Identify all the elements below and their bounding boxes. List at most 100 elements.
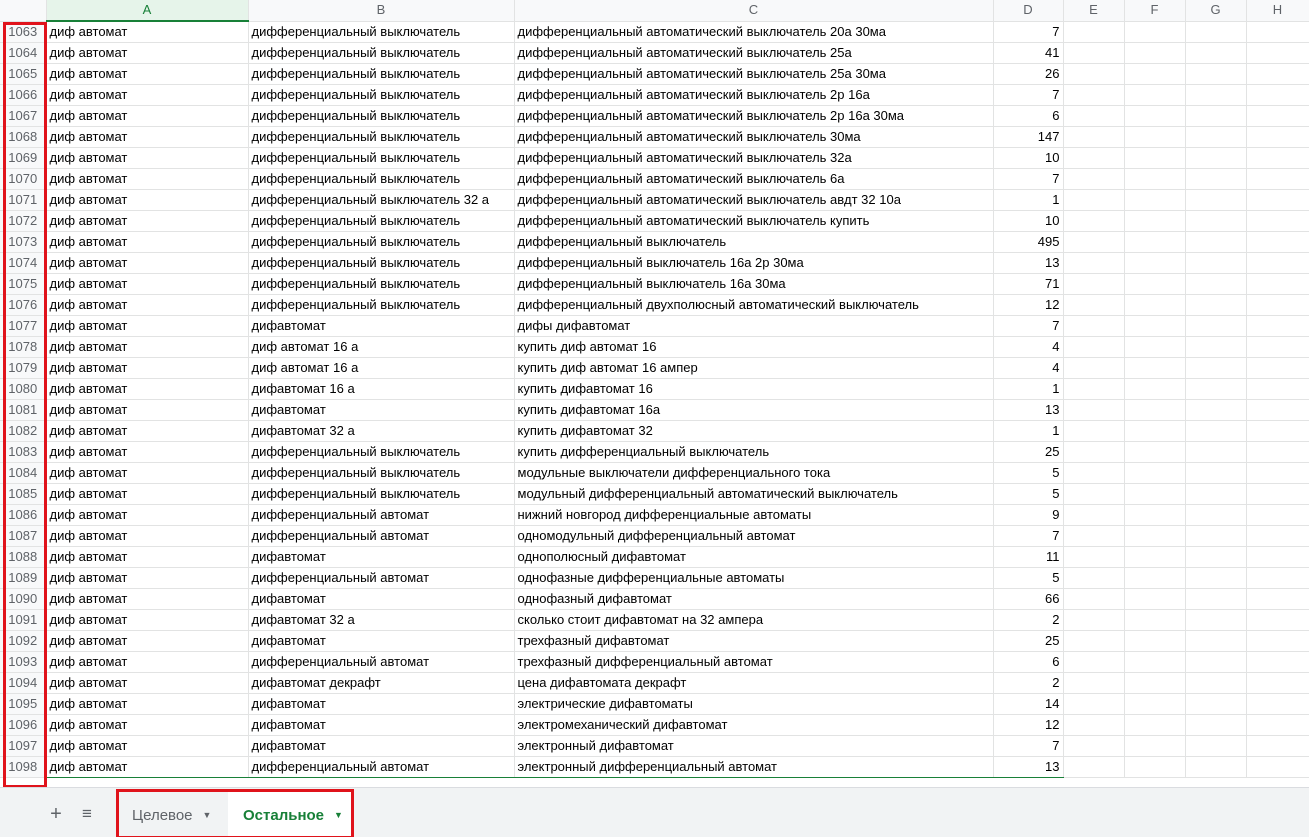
cell-g[interactable] bbox=[1185, 756, 1247, 778]
cell-h[interactable] bbox=[1246, 735, 1309, 757]
cell-b[interactable]: дифференциальный автомат bbox=[248, 651, 515, 673]
cell-b[interactable]: дифавтомат bbox=[248, 399, 515, 421]
cell-g[interactable] bbox=[1185, 21, 1247, 43]
cell-e[interactable] bbox=[1063, 546, 1125, 568]
cell-f[interactable] bbox=[1124, 273, 1186, 295]
cell-a[interactable]: диф автомат bbox=[46, 105, 249, 127]
cell-b[interactable]: дифавтомат bbox=[248, 630, 515, 652]
col-header-b[interactable]: B bbox=[248, 0, 515, 22]
cell-d[interactable]: 10 bbox=[993, 210, 1064, 232]
row-number[interactable]: 1071 bbox=[0, 189, 47, 211]
row-number[interactable]: 1064 bbox=[0, 42, 47, 64]
cell-a[interactable]: диф автомат bbox=[46, 546, 249, 568]
cell-h[interactable] bbox=[1246, 609, 1309, 631]
cell-e[interactable] bbox=[1063, 147, 1125, 169]
cell-f[interactable] bbox=[1124, 21, 1186, 43]
cell-a[interactable]: диф автомат bbox=[46, 84, 249, 106]
cell-a[interactable]: диф автомат bbox=[46, 693, 249, 715]
cell-d[interactable]: 4 bbox=[993, 336, 1064, 358]
cell-c[interactable]: дифференциальный автоматический выключат… bbox=[514, 84, 994, 106]
cell-f[interactable] bbox=[1124, 63, 1186, 85]
cell-g[interactable] bbox=[1185, 378, 1247, 400]
row-number[interactable]: 1097 bbox=[0, 735, 47, 757]
cell-g[interactable] bbox=[1185, 357, 1247, 379]
cell-d[interactable]: 4 bbox=[993, 357, 1064, 379]
cell-d[interactable]: 9 bbox=[993, 504, 1064, 526]
cell-c[interactable]: дифференциальный автоматический выключат… bbox=[514, 105, 994, 127]
cell-a[interactable]: диф автомат bbox=[46, 420, 249, 442]
cell-d[interactable]: 13 bbox=[993, 252, 1064, 274]
cell-a[interactable]: диф автомат bbox=[46, 231, 249, 253]
cell-f[interactable] bbox=[1124, 294, 1186, 316]
cell-c[interactable]: трехфазный дифференциальный автомат bbox=[514, 651, 994, 673]
cell-g[interactable] bbox=[1185, 609, 1247, 631]
cell-h[interactable] bbox=[1246, 168, 1309, 190]
cell-b[interactable]: дифавтомат bbox=[248, 735, 515, 757]
cell-h[interactable] bbox=[1246, 504, 1309, 526]
cell-e[interactable] bbox=[1063, 441, 1125, 463]
row-number[interactable]: 1093 bbox=[0, 651, 47, 673]
cell-f[interactable] bbox=[1124, 252, 1186, 274]
cell-h[interactable] bbox=[1246, 693, 1309, 715]
cell-a[interactable]: диф автомат bbox=[46, 336, 249, 358]
cell-c[interactable]: купить дифавтомат 16а bbox=[514, 399, 994, 421]
row-number[interactable]: 1074 bbox=[0, 252, 47, 274]
cell-h[interactable] bbox=[1246, 126, 1309, 148]
cell-c[interactable]: модульный дифференциальный автоматически… bbox=[514, 483, 994, 505]
cell-b[interactable]: дифференциальный выключатель bbox=[248, 252, 515, 274]
cell-d[interactable]: 12 bbox=[993, 714, 1064, 736]
cell-g[interactable] bbox=[1185, 651, 1247, 673]
cell-d[interactable]: 12 bbox=[993, 294, 1064, 316]
row-number[interactable]: 1067 bbox=[0, 105, 47, 127]
cell-c[interactable]: купить диф автомат 16 bbox=[514, 336, 994, 358]
row-number[interactable]: 1068 bbox=[0, 126, 47, 148]
cell-a[interactable]: диф автомат bbox=[46, 63, 249, 85]
cell-g[interactable] bbox=[1185, 105, 1247, 127]
row-number[interactable]: 1063 bbox=[0, 21, 47, 43]
cell-d[interactable]: 6 bbox=[993, 651, 1064, 673]
cell-a[interactable]: диф автомат bbox=[46, 357, 249, 379]
row-number[interactable]: 1083 bbox=[0, 441, 47, 463]
row-number[interactable]: 1090 bbox=[0, 588, 47, 610]
cell-a[interactable]: диф автомат bbox=[46, 483, 249, 505]
cell-b[interactable]: дифавтомат 32 а bbox=[248, 609, 515, 631]
cell-h[interactable] bbox=[1246, 756, 1309, 778]
cell-e[interactable] bbox=[1063, 588, 1125, 610]
cell-b[interactable]: дифавтомат 32 а bbox=[248, 420, 515, 442]
cell-e[interactable] bbox=[1063, 378, 1125, 400]
cell-e[interactable] bbox=[1063, 756, 1125, 778]
cell-h[interactable] bbox=[1246, 588, 1309, 610]
col-header-f[interactable]: F bbox=[1124, 0, 1186, 22]
row-number[interactable]: 1084 bbox=[0, 462, 47, 484]
cell-h[interactable] bbox=[1246, 21, 1309, 43]
cell-c[interactable]: дифференциальный выключатель bbox=[514, 231, 994, 253]
cell-c[interactable]: дифференциальный выключатель 16а 2р 30ма bbox=[514, 252, 994, 274]
cell-c[interactable]: однофазный дифавтомат bbox=[514, 588, 994, 610]
cell-h[interactable] bbox=[1246, 294, 1309, 316]
cell-c[interactable]: электронный дифференциальный автомат bbox=[514, 756, 994, 778]
cell-e[interactable] bbox=[1063, 420, 1125, 442]
cell-e[interactable] bbox=[1063, 84, 1125, 106]
cell-d[interactable]: 13 bbox=[993, 399, 1064, 421]
cell-c[interactable]: купить дифавтомат 32 bbox=[514, 420, 994, 442]
cell-f[interactable] bbox=[1124, 546, 1186, 568]
cell-g[interactable] bbox=[1185, 567, 1247, 589]
cell-b[interactable]: дифавтомат bbox=[248, 714, 515, 736]
cell-e[interactable] bbox=[1063, 357, 1125, 379]
cell-d[interactable]: 14 bbox=[993, 693, 1064, 715]
chevron-down-icon[interactable]: ▼ bbox=[203, 792, 212, 837]
cell-g[interactable] bbox=[1185, 336, 1247, 358]
cell-b[interactable]: дифавтомат bbox=[248, 315, 515, 337]
cell-f[interactable] bbox=[1124, 483, 1186, 505]
cell-e[interactable] bbox=[1063, 483, 1125, 505]
cell-g[interactable] bbox=[1185, 42, 1247, 64]
cell-h[interactable] bbox=[1246, 315, 1309, 337]
cell-c[interactable]: дифференциальный автоматический выключат… bbox=[514, 210, 994, 232]
cell-d[interactable]: 1 bbox=[993, 420, 1064, 442]
cell-e[interactable] bbox=[1063, 630, 1125, 652]
cell-b[interactable]: дифференциальный выключатель 32 а bbox=[248, 189, 515, 211]
cell-d[interactable]: 7 bbox=[993, 735, 1064, 757]
cell-f[interactable] bbox=[1124, 42, 1186, 64]
cell-e[interactable] bbox=[1063, 567, 1125, 589]
cell-a[interactable]: диф автомат bbox=[46, 273, 249, 295]
